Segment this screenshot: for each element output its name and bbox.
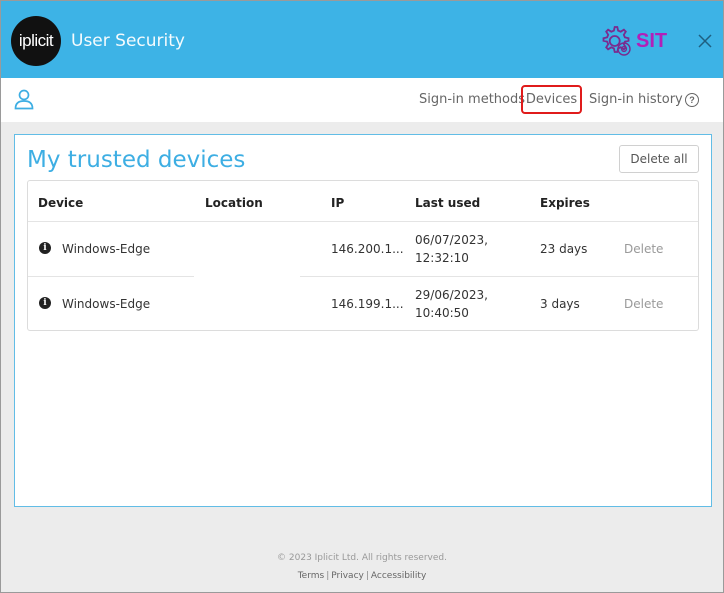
nav-sign-in-history[interactable]: Sign-in history bbox=[589, 92, 683, 107]
footer-link-terms[interactable]: Terms bbox=[298, 571, 325, 581]
page-title: My trusted devices bbox=[27, 147, 246, 173]
delete-device-link[interactable]: Delete bbox=[624, 242, 663, 256]
nav-devices[interactable]: Devices bbox=[521, 85, 582, 114]
delete-device-link[interactable]: Delete bbox=[624, 297, 663, 311]
title-bar: iplicit User Security SIT bbox=[1, 1, 723, 78]
app-title: User Security bbox=[71, 31, 185, 51]
last-used-time: 10:40:50 bbox=[415, 306, 469, 320]
device-name: Windows-Edge bbox=[62, 297, 151, 311]
info-icon[interactable]: i bbox=[39, 242, 51, 254]
column-header-expires: Expires bbox=[540, 196, 590, 210]
last-used-date: 29/06/2023, bbox=[415, 288, 488, 302]
column-header-ip: IP bbox=[331, 196, 345, 210]
ip-address: 146.199.1... bbox=[331, 297, 404, 311]
close-button[interactable] bbox=[695, 31, 715, 51]
logo-text: iplicit bbox=[18, 31, 54, 50]
trusted-devices-panel: My trusted devices Delete all Device Loc… bbox=[14, 134, 712, 507]
help-icon[interactable]: ? bbox=[685, 93, 699, 107]
ip-address: 146.200.1... bbox=[331, 242, 404, 256]
column-header-device: Device bbox=[38, 196, 84, 210]
app-window: iplicit User Security SIT Sign-in method… bbox=[0, 0, 724, 593]
devices-table: Device Location IP Last used Expires i W… bbox=[27, 180, 699, 331]
nav-bar: Sign-in methods Devices Sign-in history … bbox=[1, 78, 723, 122]
last-used-time: 12:32:10 bbox=[415, 251, 469, 265]
table-row: i Windows-Edge 146.199.1... 29/06/2023, … bbox=[28, 277, 698, 331]
expires: 23 days bbox=[540, 242, 588, 256]
nav-devices-label: Devices bbox=[525, 92, 578, 107]
footer-copyright: © 2023 Iplicit Ltd. All rights reserved. bbox=[277, 553, 447, 563]
user-icon[interactable] bbox=[13, 88, 35, 110]
column-header-last-used: Last used bbox=[415, 196, 481, 210]
column-header-location: Location bbox=[205, 196, 263, 210]
nav-sign-in-methods[interactable]: Sign-in methods bbox=[419, 92, 525, 107]
iplicit-logo: iplicit bbox=[11, 16, 61, 66]
close-icon bbox=[698, 34, 712, 48]
delete-all-button[interactable]: Delete all bbox=[619, 145, 699, 173]
environment-badge: SIT bbox=[598, 23, 667, 59]
table-row: i Windows-Edge 146.200.1... 06/07/2023, … bbox=[28, 222, 698, 276]
info-icon[interactable]: i bbox=[39, 297, 51, 309]
last-used: 06/07/2023, 12:32:10 bbox=[415, 231, 488, 267]
environment-label: SIT bbox=[636, 29, 668, 52]
last-used: 29/06/2023, 10:40:50 bbox=[415, 286, 488, 322]
expires: 3 days bbox=[540, 297, 580, 311]
footer-link-accessibility[interactable]: Accessibility bbox=[371, 571, 426, 581]
footer-separator: | bbox=[326, 571, 330, 581]
device-name: Windows-Edge bbox=[62, 242, 151, 256]
footer-link-privacy[interactable]: Privacy bbox=[331, 571, 364, 581]
gear-icon bbox=[602, 26, 631, 56]
footer-links: Terms | Privacy | Accessibility bbox=[1, 571, 723, 581]
last-used-date: 06/07/2023, bbox=[415, 233, 488, 247]
footer-separator: | bbox=[365, 571, 369, 581]
